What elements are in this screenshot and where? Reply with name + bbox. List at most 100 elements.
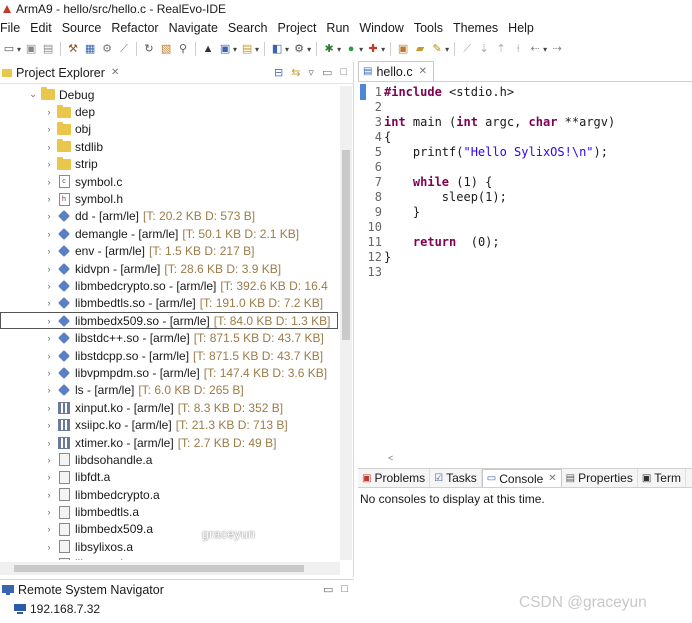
collapsed-arrow-icon[interactable]: › (44, 559, 54, 560)
collapsed-arrow-icon[interactable]: › (44, 542, 54, 552)
collapsed-arrow-icon[interactable]: › (44, 194, 54, 204)
collapsed-arrow-icon[interactable]: › (44, 142, 54, 152)
collapsed-arrow-icon[interactable]: › (44, 507, 54, 517)
tree-item[interactable]: › dd - [arm/le] [T: 20.2 KB D: 573 B] (0, 208, 338, 225)
import-icon[interactable]: ▤ (240, 42, 254, 56)
menu-project[interactable]: Project (273, 21, 322, 35)
vertical-scrollbar[interactable] (340, 86, 352, 560)
tree-item[interactable]: › libvpmpdm.so - [arm/le] [T: 147.4 KB D: … (0, 364, 338, 381)
tree-item[interactable]: › strip (0, 156, 338, 173)
external-tools-icon[interactable]: ✚ (366, 42, 380, 56)
collapsed-arrow-icon[interactable]: › (44, 281, 54, 291)
tree-item[interactable]: › libsylixos.a (0, 538, 338, 555)
tree-item[interactable]: › libmbedx509.a (0, 521, 338, 538)
clean-icon[interactable]: ⟋ (117, 42, 131, 56)
collapsed-arrow-icon[interactable]: › (44, 333, 54, 343)
tab-console[interactable]: ▭ Console ✕ (481, 469, 562, 487)
debug-icon[interactable]: ✱ (322, 42, 336, 56)
collapsed-arrow-icon[interactable]: › (44, 229, 54, 239)
forward-icon[interactable]: ⇢ (550, 42, 564, 56)
save-all-icon[interactable]: ▤ (41, 42, 55, 56)
collapsed-arrow-icon[interactable]: › (44, 159, 54, 169)
code-line[interactable]: 4{ (358, 129, 692, 144)
menu-refactor[interactable]: Refactor (106, 21, 163, 35)
code-line[interactable]: 6 (358, 159, 692, 174)
tree-item[interactable]: › h symbol.h (0, 190, 338, 207)
tree-item[interactable]: › obj (0, 121, 338, 138)
collapsed-arrow-icon[interactable]: › (44, 490, 54, 500)
expanded-arrow-icon[interactable]: ⌄ (28, 89, 38, 100)
collapsed-arrow-icon[interactable]: › (44, 403, 54, 413)
tree-item[interactable]: › dep (0, 103, 338, 120)
collapsed-arrow-icon[interactable]: › (44, 420, 54, 430)
code-line[interactable]: 7 while (1) { (358, 174, 692, 189)
save-icon[interactable]: ▣ (24, 42, 38, 56)
prev-annotation-icon[interactable]: ⇡ (494, 42, 508, 56)
tree-item[interactable]: › libstdc++.so - [arm/le] [T: 871.5 KB D: … (0, 329, 338, 346)
back-dropdown-icon[interactable]: ▾ (543, 45, 547, 54)
code-line[interactable]: 1 #include <stdio.h> (358, 84, 692, 99)
tree-item[interactable]: › libmbedcrypto.a (0, 486, 338, 503)
link-icon[interactable]: ⚲ (176, 42, 190, 56)
menu-file[interactable]: File (0, 21, 25, 35)
run-dropdown-icon[interactable]: ▾ (359, 45, 363, 54)
deploy-icon[interactable]: ▣ (218, 42, 232, 56)
tree-item[interactable]: › ls - [arm/le] [T: 6.0 KB D: 265 B] (0, 382, 338, 399)
collapsed-arrow-icon[interactable]: › (44, 177, 54, 187)
remote-host-item[interactable]: 192.168.7.32 (0, 600, 354, 618)
menu-help[interactable]: Help (503, 21, 539, 35)
collapsed-arrow-icon[interactable]: › (44, 368, 54, 378)
menu-window[interactable]: Window (354, 21, 408, 35)
gear-icon[interactable]: ⚙ (292, 42, 306, 56)
tab-terminal[interactable]: ▣ Term (638, 469, 686, 487)
collapsed-arrow-icon[interactable]: › (44, 385, 54, 395)
close-icon[interactable]: ✕ (419, 66, 427, 77)
code-line[interactable]: 13 (358, 264, 692, 279)
annotation-icon[interactable]: ⟋ (460, 42, 474, 56)
tree-item[interactable]: › xinput.ko - [arm/le] [T: 8.3 KB D: 352 B… (0, 399, 338, 416)
tree-item[interactable]: › c symbol.c (0, 173, 338, 190)
code-line[interactable]: 5 printf("Hello SylixOS!\n"); (358, 144, 692, 159)
debug-dropdown-icon[interactable]: ▾ (337, 45, 341, 54)
external-tools-dropdown-icon[interactable]: ▾ (381, 45, 385, 54)
menu-edit[interactable]: Edit (25, 21, 57, 35)
code-line[interactable]: 10 (358, 219, 692, 234)
collapsed-arrow-icon[interactable]: › (44, 351, 54, 361)
horizontal-scrollbar[interactable] (0, 562, 340, 575)
tree-item[interactable]: › libdsohandle.a (0, 451, 338, 468)
menu-search[interactable]: Search (223, 21, 273, 35)
tab-hello-c[interactable]: ▤ hello.c ✕ (358, 61, 434, 81)
code-line[interactable]: 12} (358, 249, 692, 264)
back-icon[interactable]: ⇠ (528, 42, 542, 56)
collapsed-arrow-icon[interactable]: › (44, 264, 54, 274)
pin-icon[interactable]: ⍿ (511, 42, 525, 56)
run-icon[interactable]: ● (344, 42, 358, 56)
gear-dropdown-icon[interactable]: ▾ (307, 45, 311, 54)
menu-navigate[interactable]: Navigate (164, 21, 223, 35)
tree-item[interactable]: › libmbedtls.a (0, 503, 338, 520)
tree-item[interactable]: ⌄ Debug (0, 86, 338, 103)
import-dropdown-icon[interactable]: ▾ (255, 45, 259, 54)
view-menu-icon[interactable]: ▿ (308, 66, 314, 79)
new-icon[interactable]: ▭ (2, 42, 16, 56)
next-annotation-icon[interactable]: ⇣ (477, 42, 491, 56)
target-icon[interactable]: ▲ (201, 42, 215, 56)
collapsed-arrow-icon[interactable]: › (44, 438, 54, 448)
tree-item[interactable]: › libstdcpp.so - [arm/le] [T: 871.5 KB D: … (0, 347, 338, 364)
editor-horizontal-scrollbar[interactable]: < (388, 450, 688, 463)
tree-item[interactable]: › libvpmpdm.a (0, 556, 338, 560)
tree-item[interactable]: › xsiipc.ko - [arm/le] [T: 21.3 KB D: 713 … (0, 416, 338, 433)
tree-item[interactable]: › demangle - [arm/le] [T: 50.1 KB D: 2.1 K… (0, 225, 338, 242)
close-icon[interactable]: ✕ (111, 67, 119, 78)
collapsed-arrow-icon[interactable]: › (44, 211, 54, 221)
minimize-icon[interactable]: ▭ (322, 66, 332, 79)
collapsed-arrow-icon[interactable]: › (44, 472, 54, 482)
tree-item[interactable]: › libfdt.a (0, 469, 338, 486)
collapsed-arrow-icon[interactable]: › (44, 124, 54, 134)
tree-item[interactable]: › kidvpn - [arm/le] [T: 28.6 KB D: 3.9 KB] (0, 260, 338, 277)
tree-item[interactable]: › libmbedx509.so - [arm/le] [T: 84.0 KB D:… (0, 312, 338, 330)
deploy-dropdown-icon[interactable]: ▾ (233, 45, 237, 54)
settings-icon[interactable]: ⚙ (100, 42, 114, 56)
menu-themes[interactable]: Themes (448, 21, 503, 35)
collapsed-arrow-icon[interactable]: › (44, 524, 54, 534)
